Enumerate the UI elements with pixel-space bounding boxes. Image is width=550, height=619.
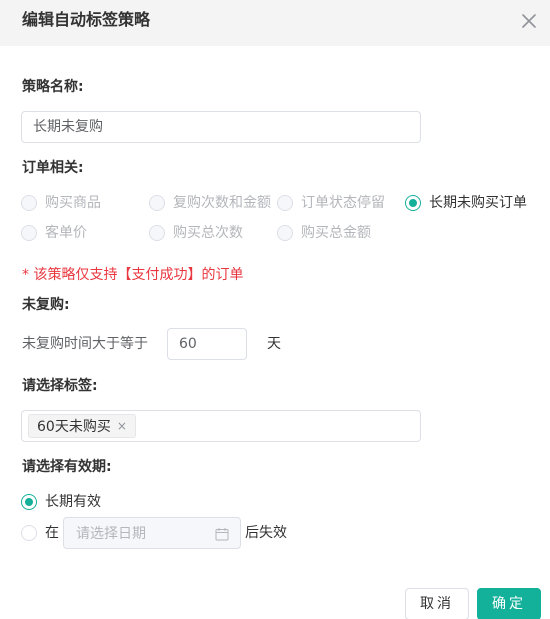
radio-label: 复购次数和金额 [173,195,271,211]
radio-long-term-valid[interactable]: 长期有效 [21,492,101,512]
radio-long-term-no-purchase[interactable]: 长期未购买订单 [405,193,527,213]
radio-circle [21,195,37,211]
radio-label: 在 [45,525,59,541]
radio-repurchase-count-amount[interactable]: 复购次数和金额 [149,193,271,213]
radio-avg-order-value[interactable]: 客单价 [21,223,87,243]
strategy-name-label: 策略名称: [22,79,84,95]
days-input[interactable]: 60 [167,328,247,360]
validity-label: 请选择有效期: [22,459,112,475]
select-tags-label: 请选择标签: [22,378,98,394]
days-unit: 天 [267,336,281,352]
radio-label: 购买总金额 [301,225,371,241]
radio-total-purchase-count[interactable]: 购买总次数 [149,223,243,243]
selected-tag: 60天未购买 × [28,414,136,438]
close-icon[interactable] [520,12,538,30]
radio-circle [277,225,293,241]
radio-circle [149,195,165,211]
cancel-button[interactable]: 取消 [405,588,469,619]
radio-buy-product[interactable]: 购买商品 [21,193,101,213]
dialog-header: 编辑自动标签策略 [0,0,550,46]
radio-label: 订单状态停留 [301,195,385,211]
no-repurchase-label: 未复购: [22,297,70,313]
radio-circle [21,494,37,510]
confirm-button[interactable]: 确定 [477,588,541,619]
payment-success-note: * 该策略仅支持【支付成功】的订单 [22,267,244,283]
expire-suffix: 后失效 [245,525,287,541]
radio-order-status-stay[interactable]: 订单状态停留 [277,193,385,213]
radio-total-purchase-amount[interactable]: 购买总金额 [277,223,371,243]
date-picker[interactable]: 请选择日期 [63,517,241,549]
radio-expire-at[interactable]: 在 [21,523,59,543]
dialog-title: 编辑自动标签策略 [22,10,151,29]
calendar-icon [215,528,229,541]
radio-circle [149,225,165,241]
strategy-name-input[interactable]: 长期未复购 [21,111,421,143]
order-related-label: 订单相关: [22,160,84,176]
no-repurchase-prefix: 未复购时间大于等于 [22,336,148,352]
radio-label: 购买商品 [45,195,101,211]
radio-circle [277,195,293,211]
radio-label: 长期未购买订单 [429,195,527,211]
radio-circle [21,525,37,541]
date-placeholder: 请选择日期 [76,526,146,542]
radio-label: 长期有效 [45,494,101,510]
radio-circle [21,225,37,241]
tag-remove-icon[interactable]: × [117,419,127,433]
radio-label: 购买总次数 [173,225,243,241]
tag-label: 60天未购买 [37,419,111,435]
radio-label: 客单价 [45,225,87,241]
radio-circle [405,195,421,211]
